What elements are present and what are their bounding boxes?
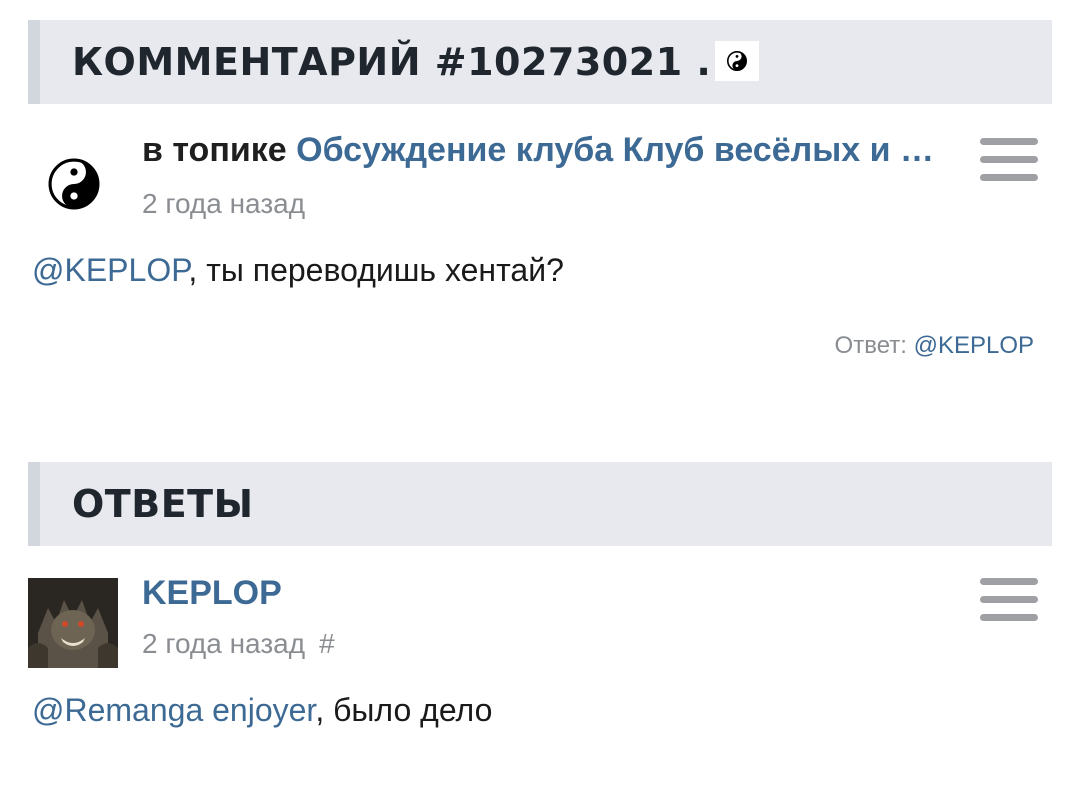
- replies-title: ОТВЕТЫ: [72, 482, 254, 526]
- reply-username[interactable]: KEPLOP: [142, 572, 282, 614]
- yin-yang-icon: [715, 40, 760, 81]
- permalink-hash[interactable]: #: [319, 628, 335, 659]
- reply-time-row: 2 года назад #: [142, 626, 335, 662]
- replies-header: ОТВЕТЫ: [28, 462, 1052, 546]
- topic-line: в топике Обсуждение клуба Клуб весёлых и…: [142, 128, 942, 172]
- menu-bar-icon: [980, 614, 1038, 621]
- reply-text: , было дело: [315, 692, 493, 728]
- reply-to-mention[interactable]: @KEPLOP: [914, 332, 1034, 359]
- comment-mention[interactable]: @KEPLOP: [32, 252, 188, 288]
- reply-body: @Remanga enjoyer, было дело: [32, 688, 492, 732]
- comment-time: 2 года назад: [142, 188, 306, 219]
- user-avatar[interactable]: [28, 578, 118, 668]
- menu-bar-icon: [980, 174, 1038, 181]
- reply-time: 2 года назад: [142, 628, 306, 659]
- comment-title: КОММЕНТАРИЙ #10273021 .: [72, 40, 712, 84]
- comment-menu-button[interactable]: [980, 138, 1038, 184]
- menu-bar-icon: [980, 578, 1038, 585]
- menu-bar-icon: [980, 138, 1038, 145]
- reply-mention[interactable]: @Remanga enjoyer: [32, 692, 315, 728]
- reply-to: Ответ: @KEPLOP: [835, 330, 1034, 362]
- menu-bar-icon: [980, 156, 1038, 163]
- comment-title-row: КОММЕНТАРИЙ #10273021 .: [72, 20, 760, 104]
- comment-body: @KEPLOP, ты переводишь хентай?: [32, 248, 564, 292]
- topic-prefix: в топике: [142, 131, 287, 169]
- comment-text: , ты переводишь хентай?: [188, 252, 564, 288]
- reply-to-label: Ответ:: [834, 332, 907, 359]
- reply-menu-button[interactable]: [980, 578, 1038, 624]
- comment-header: КОММЕНТАРИЙ #10273021 .: [28, 20, 1052, 104]
- topic-link[interactable]: Обсуждение клуба Клуб весёлых и …: [296, 131, 934, 169]
- menu-bar-icon: [980, 596, 1038, 603]
- yin-yang-icon[interactable]: [48, 158, 100, 215]
